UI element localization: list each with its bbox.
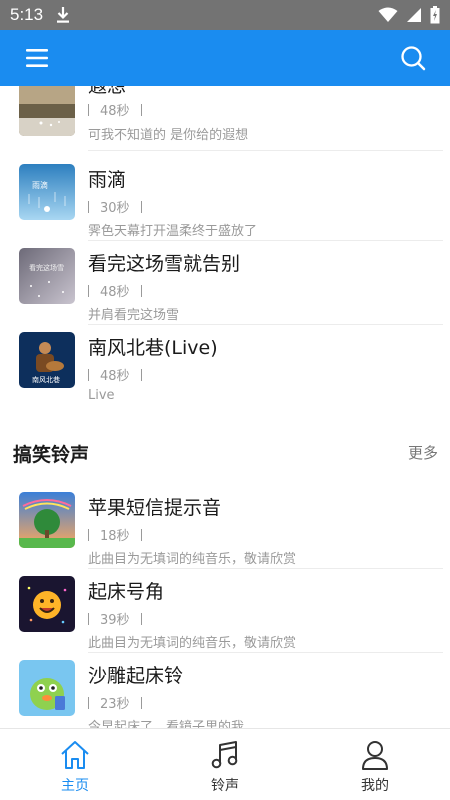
menu-icon xyxy=(26,49,48,67)
song-meta: 23秒 xyxy=(88,693,142,712)
song-desc: 并肩看完这场雪 xyxy=(88,308,180,323)
status-bar: 5:13 xyxy=(0,0,450,30)
song-item[interactable]: 遐想 48秒 可我不知道的 是你给的遐想 xyxy=(0,86,450,158)
divider xyxy=(88,324,443,325)
user-icon xyxy=(362,741,388,770)
wifi-icon xyxy=(378,7,398,22)
song-meta: 48秒 xyxy=(88,281,142,300)
song-title: 苹果短信提示音 xyxy=(88,497,222,519)
svg-text:南风北巷: 南风北巷 xyxy=(32,375,60,384)
nav-ringtones-label: 铃声 xyxy=(211,778,239,794)
status-time: 5:13 xyxy=(10,5,44,24)
home-icon xyxy=(61,741,89,769)
song-item[interactable]: 苹果短信提示音 18秒 此曲目为无填词的纯音乐，敬请欣赏 xyxy=(0,486,450,570)
nav-home[interactable]: 主页 xyxy=(0,729,150,800)
nav-home-label: 主页 xyxy=(61,778,89,794)
section-header: 搞笑铃声 更多 xyxy=(0,440,450,470)
section-title: 搞笑铃声 xyxy=(13,444,90,466)
divider xyxy=(88,568,443,569)
search-button[interactable] xyxy=(398,43,428,73)
guitar-cover: 南风北巷 xyxy=(19,332,75,388)
tree-cover xyxy=(19,492,75,548)
song-duration: 23秒 xyxy=(100,697,130,712)
divider xyxy=(88,150,443,151)
song-meta: 48秒 xyxy=(88,100,142,119)
rain-cover: 雨滴 xyxy=(19,164,75,220)
song-desc: 今早起床了，看镜子里的我 xyxy=(88,720,245,728)
svg-text:看完这场雪: 看完这场雪 xyxy=(29,263,64,272)
song-desc: 可我不知道的 是你给的遐想 xyxy=(88,128,249,143)
song-duration: 30秒 xyxy=(100,201,130,216)
song-meta: 39秒 xyxy=(88,609,142,628)
song-desc: 此曲目为无填词的纯音乐，敬请欣赏 xyxy=(88,552,297,567)
song-title: 起床号角 xyxy=(88,581,165,603)
song-list[interactable]: 遐想 48秒 可我不知道的 是你给的遐想 雨滴 雨滴 30秒 霁色天幕打开温柔终… xyxy=(0,86,450,728)
music-note-icon xyxy=(211,741,238,769)
song-title: 看完这场雪就告别 xyxy=(88,253,241,275)
song-item[interactable]: 沙雕起床铃 23秒 今早起床了，看镜子里的我 xyxy=(0,654,450,728)
song-title: 南风北巷(Live) xyxy=(88,337,218,359)
song-desc: Live xyxy=(88,388,115,403)
song-duration: 48秒 xyxy=(100,369,130,384)
landscape-cover xyxy=(19,86,75,136)
song-title: 遐想 xyxy=(88,86,127,97)
svg-text:雨滴: 雨滴 xyxy=(32,180,48,190)
song-meta: 48秒 xyxy=(88,365,142,384)
battery-icon xyxy=(430,6,440,24)
song-desc: 霁色天幕打开温柔终于盛放了 xyxy=(88,224,258,239)
search-icon xyxy=(401,46,426,71)
song-item[interactable]: 起床号角 39秒 此曲目为无填词的纯音乐，敬请欣赏 xyxy=(0,570,450,654)
download-icon xyxy=(57,7,70,23)
song-duration: 18秒 xyxy=(100,529,130,544)
song-item[interactable]: 南风北巷 南风北巷(Live) 48秒 Live xyxy=(0,326,450,410)
nav-ringtones[interactable]: 铃声 xyxy=(150,729,300,800)
song-item[interactable]: 雨滴 雨滴 30秒 霁色天幕打开温柔终于盛放了 xyxy=(0,158,450,242)
divider xyxy=(88,652,443,653)
song-title: 沙雕起床铃 xyxy=(88,665,184,687)
more-link[interactable]: 更多 xyxy=(408,442,438,463)
menu-button[interactable] xyxy=(22,43,52,73)
emoji-cover xyxy=(19,576,75,632)
song-desc: 此曲目为无填词的纯音乐，敬请欣赏 xyxy=(88,636,297,651)
song-title: 雨滴 xyxy=(88,169,127,191)
nav-profile[interactable]: 我的 xyxy=(300,729,450,800)
song-duration: 48秒 xyxy=(100,104,130,119)
song-meta: 18秒 xyxy=(88,525,142,544)
song-duration: 39秒 xyxy=(100,613,130,628)
app-bar xyxy=(0,30,450,86)
snow-cover: 看完这场雪 xyxy=(19,248,75,304)
bottom-nav: 主页 铃声 我的 xyxy=(0,728,450,800)
song-duration: 48秒 xyxy=(100,285,130,300)
song-meta: 30秒 xyxy=(88,197,142,216)
cartoon-cover xyxy=(19,660,75,716)
song-item[interactable]: 看完这场雪 看完这场雪就告别 48秒 并肩看完这场雪 xyxy=(0,242,450,326)
nav-profile-label: 我的 xyxy=(361,778,389,794)
signal-icon xyxy=(407,8,421,22)
divider xyxy=(88,240,443,241)
